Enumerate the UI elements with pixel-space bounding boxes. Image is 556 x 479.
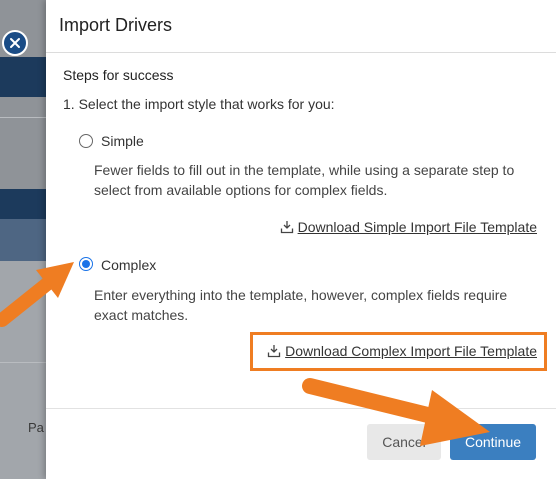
simple-label[interactable]: Simple (101, 133, 144, 149)
background-divider (0, 362, 46, 363)
step-1-text: 1. Select the import style that works fo… (63, 96, 335, 112)
complex-description: Enter everything into the template, howe… (94, 287, 508, 323)
download-icon (280, 221, 293, 234)
simple-description: Fewer fields to fill out in the template… (94, 162, 515, 198)
simple-radio[interactable] (79, 134, 93, 148)
annotation-arrow-icon (302, 378, 490, 446)
download-complex-label[interactable]: Download Complex Import File Template (285, 343, 537, 359)
download-icon (267, 345, 281, 358)
background-divider (0, 117, 46, 118)
background-text: Pa (28, 420, 44, 435)
background-header-band (0, 57, 46, 97)
download-complex-template-link[interactable]: Download Complex Import File Template (267, 343, 537, 359)
download-simple-label[interactable]: Download Simple Import File Template (298, 219, 537, 235)
background-band (0, 189, 46, 219)
dialog-header: Import Drivers (46, 0, 556, 53)
annotation-arrow-icon (0, 262, 74, 327)
download-simple-template-link[interactable]: Download Simple Import File Template (280, 219, 537, 235)
steps-title: Steps for success (63, 67, 174, 83)
dialog-title: Import Drivers (59, 15, 173, 35)
close-icon (10, 38, 20, 48)
close-button[interactable] (2, 30, 28, 56)
complex-label[interactable]: Complex (101, 257, 156, 273)
